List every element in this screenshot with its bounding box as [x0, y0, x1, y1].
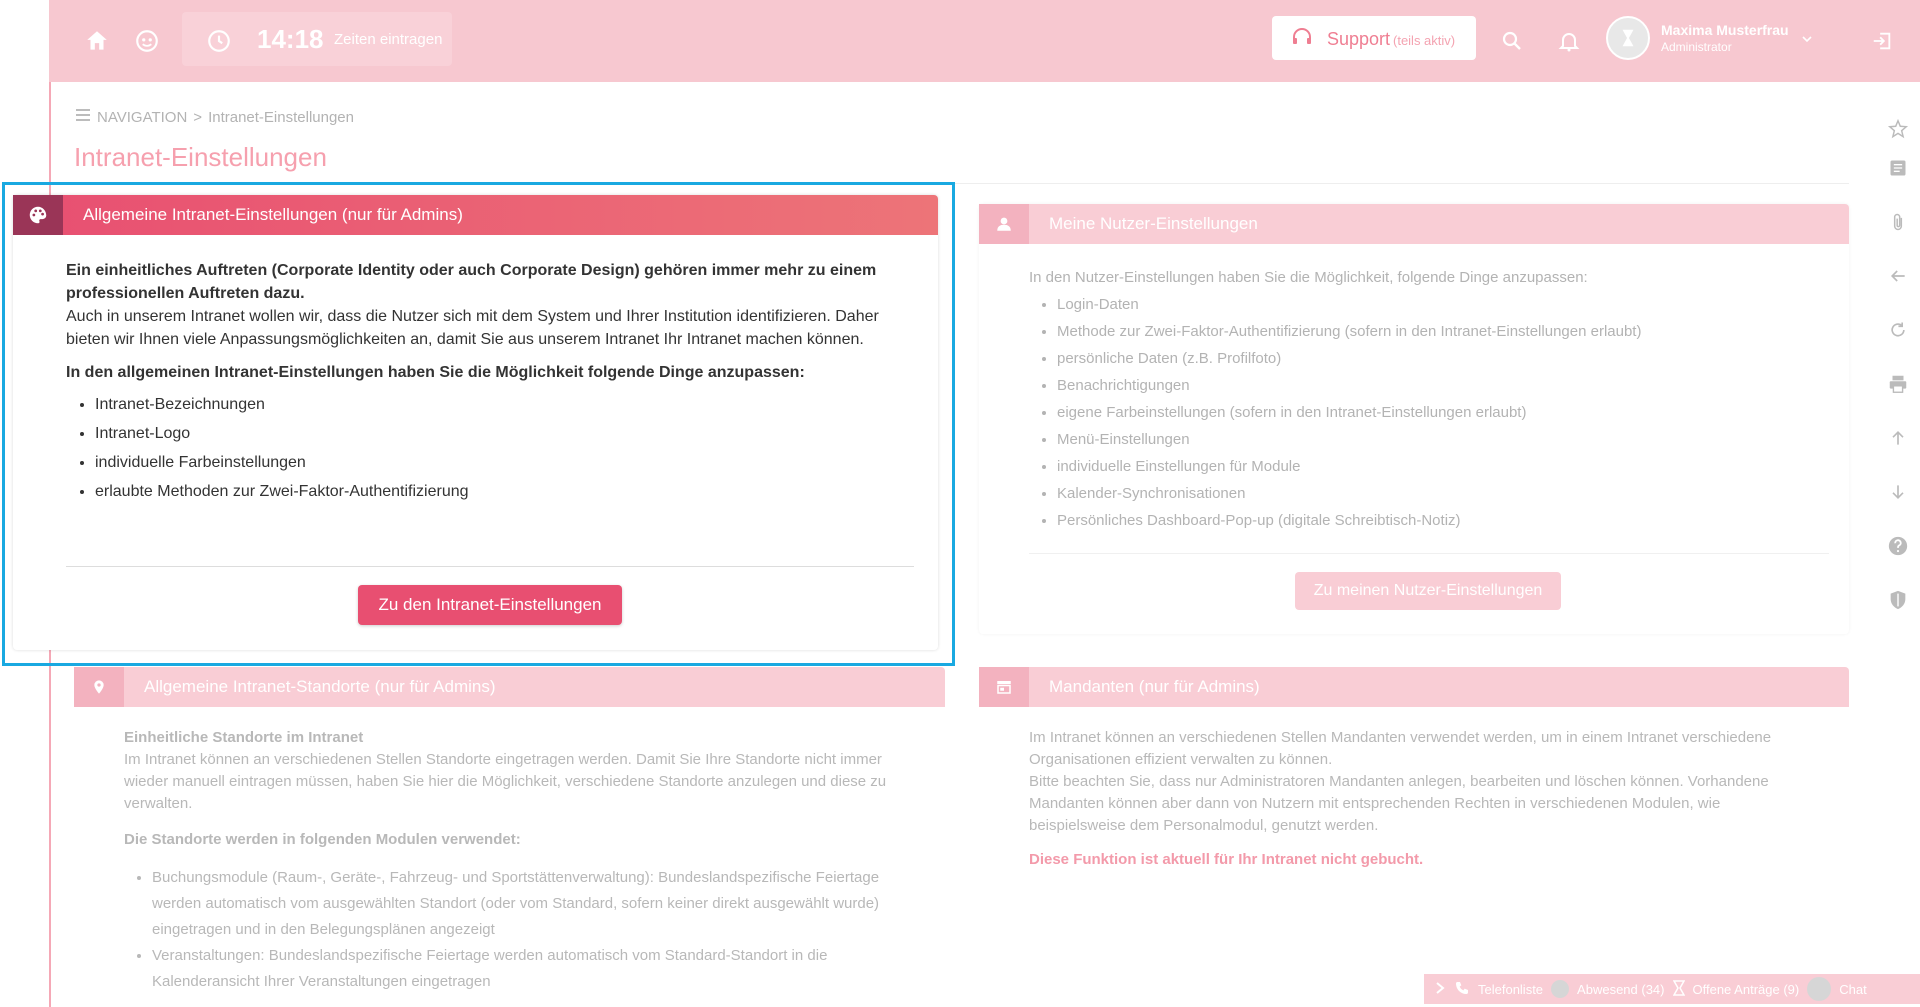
face-icon[interactable] — [132, 26, 162, 56]
hourglass-icon — [1672, 979, 1685, 999]
breadcrumb-separator: > — [193, 108, 203, 126]
search-icon[interactable] — [1497, 26, 1527, 56]
phone-icon — [1454, 980, 1470, 999]
absent-link[interactable]: Abwesend (34) — [1577, 982, 1664, 997]
panel-body: Ein einheitliches Auftreten (Corporate I… — [66, 259, 916, 506]
list-item: erlaubte Methoden zur Zwei-Faktor-Authen… — [95, 477, 916, 506]
bell-icon[interactable] — [1554, 26, 1584, 56]
info-text: Bitte beachten Sie, dass nur Administrat… — [1029, 773, 1769, 834]
shield-icon[interactable] — [1886, 588, 1910, 612]
panel-divider — [1029, 553, 1829, 554]
user-role: Administrator — [1661, 40, 1732, 54]
panel-header: Allgemeine Intranet-Einstellungen (nur f… — [13, 195, 938, 235]
clock-icon — [204, 26, 234, 56]
breadcrumb: NAVIGATION > Intranet-Einstellungen — [75, 108, 354, 126]
panel-title: Allgemeine Intranet-Standorte (nur für A… — [144, 677, 496, 696]
list-heading: In den allgemeinen Intranet-Einstellunge… — [66, 364, 805, 381]
absent-icon — [1551, 980, 1570, 998]
list-item: Intranet-Bezeichnungen — [95, 390, 916, 419]
locations-panel: Allgemeine Intranet-Standorte (nur für A… — [74, 667, 945, 1007]
paperclip-icon[interactable] — [1886, 210, 1910, 234]
location-icon — [74, 667, 124, 707]
breadcrumb-current: Intranet-Einstellungen — [208, 108, 354, 126]
arrow-up-icon[interactable] — [1886, 426, 1910, 450]
list-item: Persönliches Dashboard-Pop-up (digitale … — [1057, 507, 1829, 534]
page-title: Intranet-Einstellungen — [74, 142, 327, 172]
help-icon[interactable] — [1886, 534, 1910, 558]
bottom-bar: Telefonliste Abwesend (34) Offene Anträg… — [1424, 974, 1920, 1004]
not-booked-warning: Diese Funktion ist aktuell für Ihr Intra… — [1029, 851, 1424, 868]
intro-text: Im Intranet können an verschiedenen Stel… — [1029, 729, 1772, 768]
list-item: individuelle Farbeinstellungen — [95, 448, 916, 477]
time-entry-link[interactable]: Zeiten eintragen — [334, 31, 442, 48]
chevron-right-icon[interactable] — [1434, 981, 1446, 998]
clients-panel: Mandanten (nur für Admins) Im Intranet k… — [979, 667, 1849, 947]
panel-header: Allgemeine Intranet-Standorte (nur für A… — [74, 667, 945, 707]
subtitle: Einheitliche Standorte im Intranet — [124, 729, 364, 746]
general-settings-panel: Allgemeine Intranet-Einstellungen (nur f… — [13, 195, 938, 650]
user-settings-button[interactable]: Zu meinen Nutzer-Einstellungen — [1295, 572, 1561, 610]
settings-list: Intranet-Bezeichnungen Intranet-Logo ind… — [66, 390, 916, 506]
notes-icon[interactable] — [1886, 156, 1910, 180]
menu-icon[interactable] — [75, 108, 91, 126]
module-list: Buchungsmodule (Raum-, Geräte-, Fahrzeug… — [124, 865, 924, 995]
panel-body: In den Nutzer-Einstellungen haben Sie di… — [1029, 264, 1829, 534]
list-item: Buchungsmodule (Raum-, Geräte-, Fahrzeug… — [152, 865, 924, 943]
chat-avatar[interactable] — [1807, 977, 1832, 1001]
avatar[interactable] — [1606, 16, 1650, 60]
support-status: (teils aktiv) — [1393, 33, 1456, 48]
palette-icon — [13, 195, 63, 235]
user-icon — [979, 204, 1029, 244]
phone-list-link[interactable]: Telefonliste — [1478, 982, 1543, 997]
open-requests-link[interactable]: Offene Anträge (9) — [1693, 982, 1800, 997]
panel-title: Allgemeine Intranet-Einstellungen (nur f… — [83, 205, 463, 224]
panel-header: Mandanten (nur für Admins) — [979, 667, 1849, 707]
back-icon[interactable] — [1886, 264, 1910, 288]
panel-header: Meine Nutzer-Einstellungen — [979, 204, 1849, 244]
list-heading: Die Standorte werden in folgenden Module… — [124, 831, 521, 848]
current-time: 14:18 — [257, 24, 324, 54]
store-icon — [979, 667, 1029, 707]
star-icon[interactable] — [1886, 117, 1910, 141]
panel-title: Mandanten (nur für Admins) — [1049, 677, 1260, 696]
panel-divider — [66, 566, 914, 567]
headset-icon — [1287, 23, 1317, 53]
list-item: Methode zur Zwei-Faktor-Authentifizierun… — [1057, 318, 1829, 345]
list-item: Benachrichtigungen — [1057, 372, 1829, 399]
chevron-down-icon[interactable] — [1797, 24, 1817, 54]
home-icon[interactable] — [82, 26, 112, 56]
list-item: Veranstaltungen: Bundeslandspezifische F… — [152, 943, 924, 995]
user-name[interactable]: Maxima Musterfrau — [1661, 22, 1789, 38]
intranet-settings-button[interactable]: Zu den Intranet-Einstellungen — [358, 585, 622, 625]
refresh-icon[interactable] — [1886, 318, 1910, 342]
list-item: Intranet-Logo — [95, 419, 916, 448]
chat-link[interactable]: Chat — [1839, 982, 1866, 997]
list-item: individuelle Einstellungen für Module — [1057, 453, 1829, 480]
settings-list: Login-Daten Methode zur Zwei-Faktor-Auth… — [1029, 291, 1829, 534]
list-item: persönliche Daten (z.B. Profilfoto) — [1057, 345, 1829, 372]
panel-body: Einheitliche Standorte im Intranet Im In… — [124, 727, 924, 995]
intro-text: In den Nutzer-Einstellungen haben Sie di… — [1029, 269, 1588, 286]
print-icon[interactable] — [1886, 372, 1910, 396]
panel-title: Meine Nutzer-Einstellungen — [1049, 214, 1258, 233]
list-item: Kalender-Synchronisationen — [1057, 480, 1829, 507]
logout-icon[interactable] — [1867, 26, 1897, 56]
support-label: Support — [1327, 29, 1391, 49]
intro-text: Auch in unserem Intranet wollen wir, das… — [66, 308, 879, 348]
arrow-down-icon[interactable] — [1886, 480, 1910, 504]
intro-bold: Ein einheitliches Auftreten (Corporate I… — [66, 262, 877, 302]
list-item: Menü-Einstellungen — [1057, 426, 1829, 453]
list-item: Login-Daten — [1057, 291, 1829, 318]
intro-text: Im Intranet können an verschiedenen Stel… — [124, 751, 887, 812]
panel-body: Im Intranet können an verschiedenen Stel… — [1029, 727, 1809, 871]
breadcrumb-nav[interactable]: NAVIGATION — [97, 109, 187, 126]
user-settings-panel: Meine Nutzer-Einstellungen In den Nutzer… — [979, 204, 1849, 634]
list-item: eigene Farbeinstellungen (sofern in den … — [1057, 399, 1829, 426]
